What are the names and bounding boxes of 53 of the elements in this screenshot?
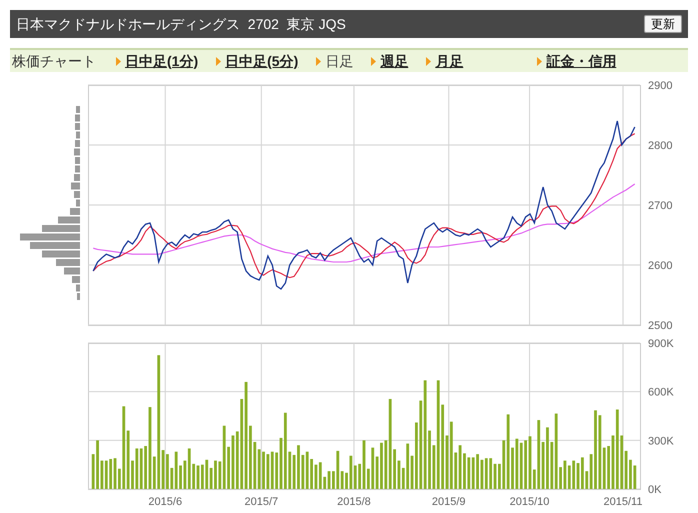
axis-label: 900K: [648, 338, 674, 350]
histogram-bar: [72, 276, 80, 283]
chart-tab[interactable]: 証金・信用: [546, 50, 616, 72]
histogram-bar: [74, 174, 80, 181]
histogram-bar: [30, 242, 80, 249]
histogram-bar: [75, 157, 80, 164]
triangle-icon: [537, 56, 542, 66]
histogram-bar: [58, 216, 80, 224]
histogram-bar: [64, 268, 80, 274]
axis-label: 0K: [648, 484, 662, 496]
date-axis-label: 2015/8: [337, 496, 371, 508]
triangle-icon: [216, 56, 222, 66]
triangle-icon: [316, 56, 322, 66]
triangle-icon: [116, 56, 121, 66]
date-axis-label: 2015/11: [604, 496, 642, 508]
histogram-bar: [76, 200, 80, 206]
histogram-bar: [20, 234, 80, 240]
axis-label: 2700: [648, 200, 672, 212]
histogram-bar: [71, 182, 80, 190]
histogram-bar: [76, 284, 80, 292]
histogram-bar: [74, 148, 80, 156]
chart-label: 株価チャート: [11, 52, 97, 70]
axis-label: 2600: [648, 260, 672, 272]
histogram-bar: [75, 140, 80, 147]
date-axis-label: 2015/6: [148, 496, 182, 508]
axis-label: 300K: [648, 435, 674, 448]
axis-label: 2900: [648, 80, 672, 92]
chart-tab[interactable]: 日中足(5分): [225, 50, 298, 72]
refresh-button[interactable]: 更新: [644, 15, 682, 33]
chart-tab[interactable]: 週足: [380, 50, 408, 72]
chart-tab[interactable]: 月足: [435, 50, 464, 72]
triangle-icon: [426, 56, 432, 66]
axis-label: 2800: [648, 140, 672, 152]
axis-label: 2500: [648, 320, 672, 332]
histogram-bar: [76, 106, 80, 113]
histogram-bar: [56, 259, 80, 266]
triangle-icon: [371, 56, 376, 66]
histogram-bar: [75, 166, 80, 172]
date-axis-label: 2015/9: [432, 496, 466, 508]
histogram-bar: [77, 293, 80, 300]
histogram-bar: [70, 208, 80, 215]
histogram-bar: [42, 250, 80, 258]
chart-tab[interactable]: 日足: [325, 50, 354, 72]
histogram-bar: [74, 191, 80, 198]
date-axis-label: 2015/7: [244, 496, 278, 508]
axis-label: 600K: [648, 386, 674, 399]
histogram-bar: [42, 225, 80, 232]
histogram-bar: [75, 114, 80, 122]
histogram-bar: [75, 123, 80, 130]
histogram-bar: [76, 132, 80, 138]
date-axis-label: 2015/10: [510, 496, 550, 508]
stock-title: 日本マクドナルドホールディングス 2702 東京 JQS: [16, 14, 346, 34]
chart-tab[interactable]: 日中足(1分): [125, 50, 198, 72]
